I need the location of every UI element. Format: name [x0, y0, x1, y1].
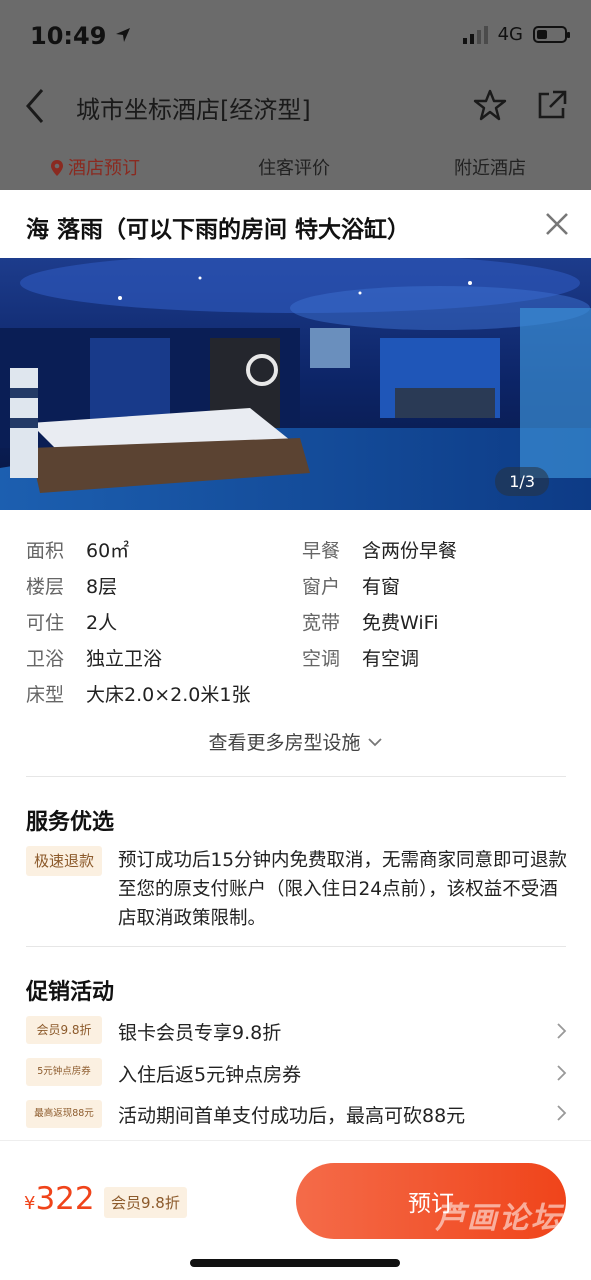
home-indicator [190, 1259, 400, 1267]
chevron-right-icon [557, 1065, 567, 1081]
close-icon[interactable] [543, 210, 571, 238]
member-discount-badge: 会员9.8折 [104, 1187, 187, 1218]
divider [26, 946, 566, 947]
watermark: 芦画论坛 [435, 1201, 563, 1236]
facility-value: 有窗 [362, 576, 401, 598]
back-icon[interactable] [22, 86, 50, 126]
facility-label: 可住 [26, 612, 65, 634]
facility-value: 大床2.0×2.0米1张 [86, 684, 251, 706]
background-page: 10:49 4G 城市坐标酒店[经济型] 酒店预订 住客评价 附近酒店 [0, 0, 591, 190]
facility-item: 窗户 有窗 [302, 572, 400, 599]
facility-item: 床型 大床2.0×2.0米1张 [26, 680, 250, 707]
facility-item: 卫浴 独立卫浴 [26, 644, 162, 671]
chevron-right-icon [557, 1105, 567, 1121]
facility-value: 含两份早餐 [362, 540, 458, 562]
photo-counter: 1/3 [495, 467, 549, 496]
room-photo[interactable]: 1/3 [0, 258, 591, 510]
status-bar: 10:49 4G [0, 0, 591, 72]
booking-bar: ¥322 会员9.8折 预订 芦画论坛 [0, 1140, 591, 1280]
facility-label: 宽带 [302, 612, 341, 634]
share-icon[interactable] [535, 88, 569, 122]
facility-value: 2人 [86, 612, 118, 634]
tab-label: 酒店预订 [68, 158, 140, 179]
divider [26, 776, 566, 777]
promo-text: 入住后返5元钟点房券 [118, 1064, 302, 1086]
time-text: 10:49 [30, 22, 107, 50]
more-facilities-link[interactable]: 查看更多房型设施 [0, 728, 591, 755]
facility-item: 可住 2人 [26, 608, 117, 635]
facility-item: 空调 有空调 [302, 644, 419, 671]
facility-value: 8层 [86, 576, 118, 598]
service-tag: 极速退款 [26, 846, 102, 876]
facility-label: 面积 [26, 540, 65, 562]
battery-icon [533, 26, 570, 43]
status-indicators: 4G [462, 24, 570, 45]
price: ¥322 [24, 1181, 95, 1217]
more-facilities-label: 查看更多房型设施 [208, 732, 361, 754]
tab-hotel-booking[interactable]: 酒店预订 [50, 154, 140, 180]
facility-value: 独立卫浴 [86, 648, 163, 670]
location-arrow-icon [115, 28, 130, 42]
facility-label: 楼层 [26, 576, 65, 598]
tab-reviews[interactable]: 住客评价 [258, 154, 330, 180]
facility-value: 有空调 [362, 648, 420, 670]
promo-section-title: 促销活动 [26, 980, 115, 1005]
star-icon[interactable] [473, 88, 507, 122]
signal-icon [462, 25, 488, 44]
status-time: 10:49 [30, 22, 131, 50]
location-pin-icon [51, 160, 63, 176]
promo-text: 银卡会员专享9.8折 [118, 1022, 282, 1044]
sheet-header: 海 落雨（可以下雨的房间 特大浴缸） [0, 190, 591, 258]
service-section-title: 服务优选 [26, 810, 115, 835]
price-amount: 322 [35, 1181, 95, 1217]
price-currency: ¥ [24, 1193, 36, 1214]
chevron-right-icon [557, 1023, 567, 1039]
facility-label: 窗户 [302, 576, 341, 598]
facility-item: 宽带 免费WiFi [302, 608, 438, 635]
facility-item: 楼层 8层 [26, 572, 117, 599]
facility-label: 床型 [26, 684, 65, 706]
network-type: 4G [497, 24, 523, 45]
tab-label: 住客评价 [258, 158, 330, 179]
facility-value: 免费WiFi [362, 612, 439, 634]
bg-tab-bar: 酒店预订 住客评价 附近酒店 [0, 148, 591, 188]
facility-label: 卫浴 [26, 648, 65, 670]
facility-item: 早餐 含两份早餐 [302, 536, 457, 563]
room-detail-sheet: 海 落雨（可以下雨的房间 特大浴缸） 1/3 面积 60㎡ 楼层 8层 可住 2… [0, 190, 591, 1280]
room-title: 海 落雨（可以下雨的房间 特大浴缸） [26, 217, 411, 243]
service-description: 预订成功后15分钟内免费取消，无需商家同意即可退款至您的原支付账户（限入住日24… [118, 850, 568, 929]
chevron-down-icon [367, 738, 382, 747]
nav-bar: 城市坐标酒店[经济型] [0, 80, 591, 132]
promo-tag: 会员9.8折 [26, 1016, 102, 1044]
promo-text: 活动期间首单支付成功后，最高可砍88元 [118, 1105, 466, 1127]
promo-tag: 5元钟点房券 [26, 1058, 102, 1086]
facility-label: 早餐 [302, 540, 341, 562]
facility-value: 60㎡ [86, 540, 130, 562]
tab-nearby-hotels[interactable]: 附近酒店 [454, 154, 526, 180]
facility-item: 面积 60㎡ [26, 536, 129, 563]
tab-label: 附近酒店 [454, 158, 526, 179]
hotel-title: 城市坐标酒店[经济型] [76, 96, 311, 124]
promo-tag: 最高返现88元 [26, 1100, 102, 1128]
facility-label: 空调 [302, 648, 341, 670]
